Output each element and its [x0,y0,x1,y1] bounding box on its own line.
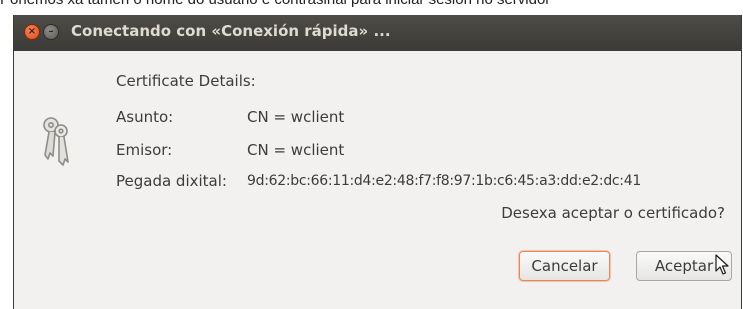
fingerprint-value: 9d:62:bc:66:11:d4:e2:48:f7:f8:97:1b:c6:4… [247,173,641,189]
certificate-details-heading: Certificate Details: [116,72,256,90]
minimize-button[interactable]: – [43,24,59,40]
title-bar[interactable]: × – Conectando con «Conexión rápida» ... [14,15,741,51]
background-caption: Ponemos xa tamén o nome do usuario e con… [0,0,550,8]
window-title: Conectando con «Conexión rápida» ... [71,22,391,40]
issuer-label: Emisor: [116,141,173,159]
accept-certificate-question: Desexa aceptar o certificado? [501,204,725,222]
close-icon: × [27,26,37,37]
mouse-pointer-icon [715,254,729,275]
screenshot: Ponemos xa tamén o nome do usuario e con… [0,0,743,309]
close-button[interactable]: × [24,24,40,40]
subject-label: Asunto: [116,108,174,126]
connection-dialog: × – Conectando con «Conexión rápida» ...… [13,15,742,309]
subject-value: CN = wclient [247,108,345,126]
fingerprint-label: Pegada dixital: [116,172,227,190]
keys-icon [43,117,69,166]
minimize-icon: – [48,26,54,37]
issuer-value: CN = wclient [247,141,345,159]
cancel-button[interactable]: Cancelar [519,251,610,281]
